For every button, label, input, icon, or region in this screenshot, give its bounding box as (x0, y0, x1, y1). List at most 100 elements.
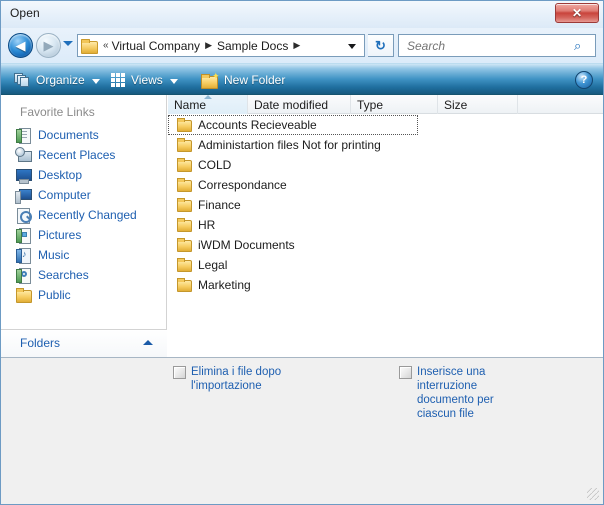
sidebar-item-pictures[interactable]: Pictures (1, 225, 167, 245)
sidebar-item-music[interactable]: ♪ Music (1, 245, 167, 265)
column-header-blank[interactable] (518, 95, 603, 114)
delete-after-import-label[interactable]: Elimina i file dopo l'importazione (191, 365, 301, 393)
folder-icon (176, 277, 192, 293)
sidebar-item-computer[interactable]: Computer (1, 185, 167, 205)
refresh-button[interactable]: ↻ (368, 34, 394, 57)
table-row[interactable]: COLD (168, 155, 603, 175)
delete-after-import-option[interactable]: Elimina i file dopo l'importazione (173, 365, 301, 393)
import-options-pane: Elimina i file dopo l'importazione Inser… (1, 357, 603, 433)
breadcrumb-separator-icon[interactable]: ▶ (205, 40, 212, 51)
file-rows: Accounts Recieveable Administartion file… (168, 115, 603, 295)
favorite-links-list: Documents Recent Places Desktop Computer (1, 125, 167, 305)
public-folder-icon (15, 287, 32, 303)
file-list-pane[interactable]: Name Date modified Type Size Accounts Re… (168, 95, 603, 357)
delete-after-import-checkbox[interactable] (173, 366, 186, 379)
close-icon: ✕ (571, 6, 583, 20)
views-grid-icon (111, 73, 125, 87)
table-row[interactable]: Administartion files Not for printing (168, 135, 603, 155)
column-header-size[interactable]: Size (438, 95, 518, 114)
table-row[interactable]: Accounts Recieveable (168, 115, 418, 135)
close-button[interactable]: ✕ (555, 3, 599, 23)
folder-icon (176, 137, 192, 153)
file-name: iWDM Documents (198, 238, 295, 252)
organize-icon (14, 73, 30, 87)
insert-separator-option[interactable]: Inserisce una interruzione documento per… (399, 365, 527, 421)
table-row[interactable]: Marketing (168, 275, 603, 295)
sidebar-item-label: Recent Places (38, 148, 116, 162)
address-dropdown-icon[interactable] (348, 44, 356, 49)
sidebar-item-label: Desktop (38, 168, 83, 182)
chevron-down-icon (91, 78, 100, 84)
sidebar-item-label: Searches (38, 268, 89, 282)
insert-separator-checkbox[interactable] (399, 366, 412, 379)
sidebar-item-searches[interactable]: Searches (1, 265, 167, 285)
favorite-links-pane: Favorite Links Documents Recent Places D… (1, 95, 167, 357)
table-row[interactable]: Finance (168, 195, 603, 215)
folders-pane-toggle[interactable]: Folders (1, 329, 167, 357)
column-header-label: Size (444, 97, 468, 112)
breadcrumb-item-0[interactable]: Virtual Company (112, 39, 201, 53)
organize-button[interactable]: Organize (14, 64, 100, 96)
desktop-icon (15, 167, 32, 184)
sort-ascending-icon (204, 95, 212, 99)
sidebar-item-recent-places[interactable]: Recent Places (1, 145, 167, 165)
sidebar-item-recently-changed[interactable]: Recently Changed (1, 205, 167, 225)
sidebar-item-label: Pictures (38, 228, 82, 242)
sidebar-item-label: Recently Changed (38, 208, 137, 222)
insert-separator-label[interactable]: Inserisce una interruzione documento per… (417, 365, 527, 421)
new-folder-button[interactable]: ✦ New Folder (201, 64, 285, 96)
recent-places-icon (15, 147, 32, 163)
help-icon: ? (580, 74, 588, 86)
forward-button[interactable]: ▶ (36, 33, 61, 58)
column-header-name[interactable]: Name (168, 95, 248, 114)
search-icon: ⌕ (574, 38, 582, 53)
organize-label: Organize (36, 73, 85, 87)
new-folder-icon: ✦ (201, 71, 220, 89)
sidebar-item-desktop[interactable]: Desktop (1, 165, 167, 185)
table-row[interactable]: Legal (168, 255, 603, 275)
table-row[interactable]: Correspondance (168, 175, 603, 195)
folder-icon (176, 217, 192, 233)
search-box[interactable]: ⌕ (398, 34, 596, 57)
pictures-icon (15, 227, 31, 244)
sidebar-item-documents[interactable]: Documents (1, 125, 167, 145)
column-header-date-modified[interactable]: Date modified (248, 95, 351, 114)
file-name: Accounts Recieveable (198, 118, 317, 132)
help-button[interactable]: ? (575, 71, 593, 89)
favorite-links-title: Favorite Links (20, 105, 95, 119)
window-title: Open (10, 6, 40, 20)
chevron-up-icon[interactable] (143, 340, 153, 345)
table-row[interactable]: iWDM Documents (168, 235, 603, 255)
music-icon: ♪ (15, 247, 31, 264)
views-button[interactable]: Views (111, 64, 178, 96)
back-arrow-icon: ◀ (15, 38, 26, 53)
folder-icon (176, 157, 192, 173)
column-headers: Name Date modified Type Size (168, 95, 603, 114)
file-name: Administartion files Not for printing (198, 138, 381, 152)
documents-icon (15, 127, 31, 144)
sidebar-item-label: Documents (38, 128, 99, 142)
history-dropdown-icon[interactable] (63, 41, 73, 46)
table-row[interactable]: HR (168, 215, 603, 235)
column-header-label: Date modified (254, 97, 329, 112)
file-name: Legal (198, 258, 228, 272)
back-button[interactable]: ◀ (8, 33, 33, 58)
folder-icon (176, 117, 192, 133)
column-header-label: Type (357, 97, 384, 112)
column-header-type[interactable]: Type (351, 95, 438, 114)
breadcrumb-item-1[interactable]: Sample Docs (217, 39, 288, 53)
resize-grip[interactable] (587, 488, 599, 500)
search-input[interactable] (405, 37, 565, 54)
folder-icon (176, 197, 192, 213)
breadcrumb-overflow[interactable]: « (103, 40, 109, 51)
folders-label: Folders (20, 336, 61, 350)
file-name: Correspondance (198, 178, 287, 192)
title-bar: Open ✕ (1, 1, 603, 28)
sidebar-item-public[interactable]: Public (1, 285, 167, 305)
toolbar: Organize Views ✦ New Folder ? (1, 63, 603, 95)
folder-icon (176, 237, 192, 253)
breadcrumb-separator-icon[interactable]: ▶ (293, 40, 300, 51)
file-name: Finance (198, 198, 241, 212)
folder-icon (176, 177, 192, 193)
breadcrumb-bar[interactable]: « Virtual Company ▶ Sample Docs ▶ (77, 34, 365, 57)
